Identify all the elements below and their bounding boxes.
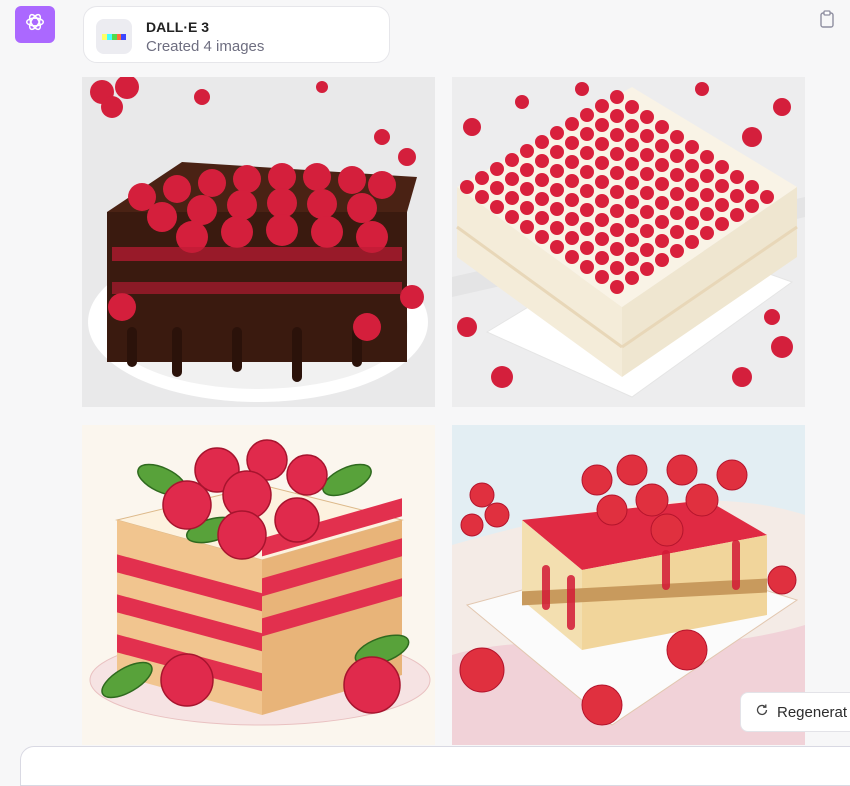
regenerate-label: Regenerat bbox=[777, 703, 848, 721]
generated-image-2[interactable] bbox=[452, 77, 805, 407]
message-composer[interactable] bbox=[20, 746, 850, 786]
dalle-logo-icon bbox=[96, 19, 132, 54]
generated-image-1[interactable] bbox=[82, 77, 435, 407]
generated-image-3[interactable] bbox=[82, 425, 435, 745]
clipboard-icon[interactable] bbox=[819, 10, 835, 28]
assistant-avatar bbox=[15, 6, 55, 43]
tool-title: DALL·E 3 bbox=[146, 19, 209, 35]
right-edge bbox=[832, 0, 850, 764]
dalle-tool-card[interactable]: DALL·E 3 Created 4 images bbox=[83, 6, 390, 63]
regenerate-button[interactable]: Regenerat bbox=[740, 692, 850, 732]
tool-subtitle: Created 4 images bbox=[146, 38, 265, 55]
refresh-icon bbox=[755, 703, 769, 721]
openai-logo-icon bbox=[24, 11, 46, 38]
